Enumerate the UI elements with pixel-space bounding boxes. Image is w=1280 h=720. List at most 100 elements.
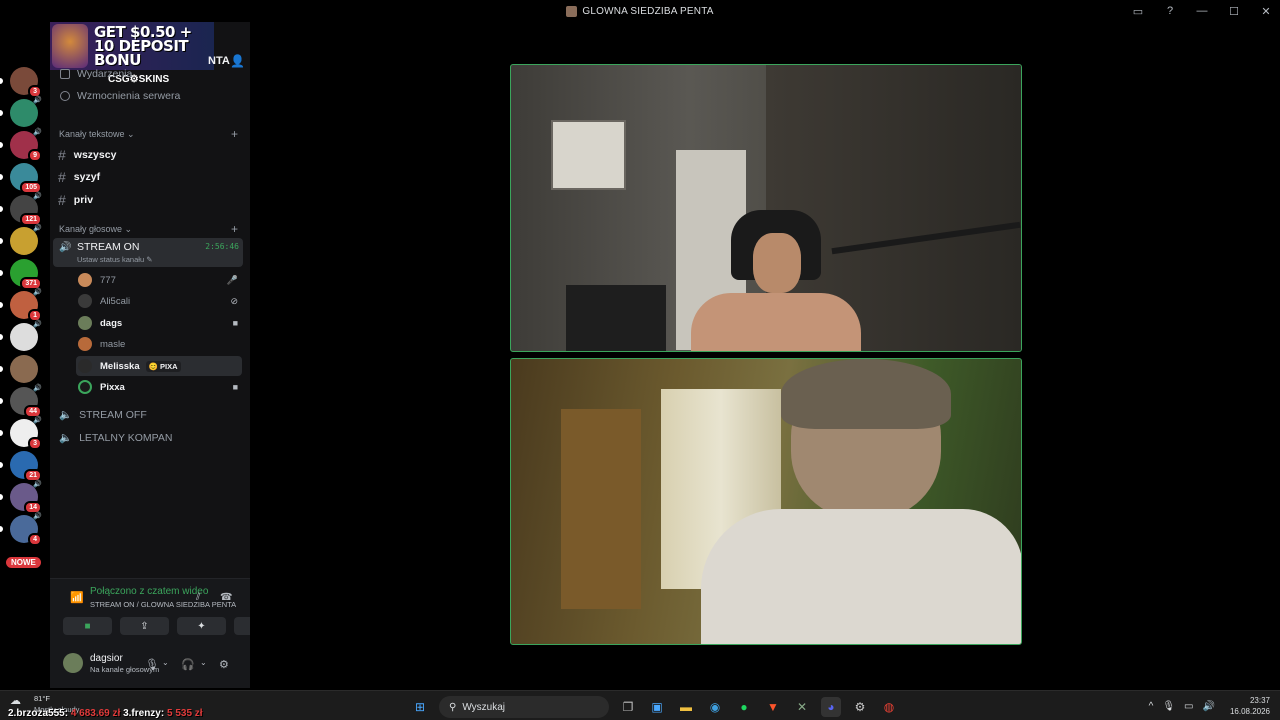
server-icon[interactable]: 🔊 bbox=[10, 97, 42, 127]
unread-pill bbox=[0, 270, 3, 276]
microphone-icon[interactable]: 🎙 bbox=[145, 658, 159, 671]
chevron-down-icon[interactable]: ⌄ bbox=[200, 658, 207, 667]
chevron-up-icon[interactable]: ^ bbox=[1149, 701, 1154, 712]
unread-pill bbox=[0, 78, 3, 84]
brave-icon[interactable]: ▼ bbox=[763, 697, 783, 717]
unread-pill bbox=[0, 494, 3, 500]
camera-button[interactable]: ■ bbox=[63, 617, 112, 635]
video-tile-dags[interactable] bbox=[510, 64, 1022, 352]
cabinet bbox=[561, 409, 641, 609]
voice-member[interactable]: masle bbox=[76, 334, 242, 354]
maximize-button[interactable]: ☐ bbox=[1228, 5, 1240, 18]
voice-active-icon: 🔊 bbox=[33, 289, 42, 296]
events-label: Wydarzenia bbox=[77, 68, 133, 80]
voice-member[interactable]: Melisska 😊 PIXA bbox=[76, 356, 242, 376]
screenshare-button[interactable]: ⇪ bbox=[120, 617, 169, 635]
server-icon[interactable]: 371 bbox=[10, 259, 42, 290]
events-link[interactable]: Wydarzenia bbox=[60, 68, 132, 80]
hash-icon: # bbox=[58, 192, 66, 208]
server-icon[interactable] bbox=[10, 355, 38, 383]
server-icon[interactable]: 🔊 44 bbox=[10, 385, 42, 418]
invite-icon[interactable]: 👤 bbox=[230, 54, 245, 68]
voice-active-icon: 🔊 bbox=[33, 225, 42, 232]
minimize-button[interactable]: — bbox=[1196, 5, 1208, 17]
xbox-icon[interactable]: ✕ bbox=[792, 697, 812, 717]
store-icon[interactable]: ▣ bbox=[647, 697, 667, 717]
unread-pill bbox=[0, 398, 3, 404]
search-icon: ⚲ bbox=[449, 701, 457, 713]
activities-button[interactable]: ✦ bbox=[177, 617, 226, 635]
add-voice-channel-icon[interactable]: + bbox=[231, 222, 238, 236]
edge-icon[interactable]: ◉ bbox=[705, 697, 725, 717]
channel-wszyscy[interactable]: # wszyscy bbox=[58, 147, 242, 163]
new-servers-badge[interactable]: NOWE bbox=[6, 557, 41, 568]
voice-active-icon: 🔊 bbox=[33, 481, 42, 488]
ad-banner[interactable]: GET $0.50 + 10 DEPOSIT BONU bbox=[50, 22, 214, 70]
hash-icon: # bbox=[58, 169, 66, 185]
discord-icon[interactable]: ◕ bbox=[821, 697, 841, 717]
spotify-icon[interactable]: ● bbox=[734, 697, 754, 717]
settings-gear-icon[interactable]: ⚙ bbox=[219, 658, 229, 671]
display-icon[interactable]: ▭ bbox=[1184, 701, 1193, 712]
avatar bbox=[78, 380, 92, 394]
muted-icon: ⊘ bbox=[230, 295, 238, 306]
connection-channel[interactable]: STREAM ON / GLOWNA SIEDZIBA PENTA bbox=[90, 600, 236, 609]
server-icon[interactable]: 🔊 9 bbox=[10, 129, 42, 162]
steam-icon[interactable]: ⚙ bbox=[850, 697, 870, 717]
taskbar-search[interactable]: ⚲ Wyszukaj bbox=[439, 696, 609, 718]
explorer-icon[interactable]: ▬ bbox=[676, 697, 696, 717]
volume-icon[interactable]: 🔊 bbox=[1203, 701, 1215, 712]
server-icon[interactable]: 🔊 1 bbox=[10, 289, 42, 322]
add-text-channel-icon[interactable]: + bbox=[231, 127, 238, 141]
user-avatar[interactable] bbox=[63, 653, 83, 673]
task-view-icon[interactable]: ❐ bbox=[618, 697, 638, 717]
noise-suppression-icon[interactable]: ⫽ bbox=[196, 592, 200, 603]
mic-tray-icon[interactable]: 🎙 bbox=[1162, 701, 1175, 712]
disconnect-icon[interactable]: ☎ bbox=[220, 592, 232, 603]
server-icon[interactable]: 🔊 121 bbox=[10, 193, 42, 226]
server-icon[interactable]: 🔊 bbox=[10, 321, 42, 351]
server-icon[interactable]: 🔊 4 bbox=[10, 513, 42, 546]
start-icon[interactable]: ⊞ bbox=[410, 697, 430, 717]
connection-status[interactable]: Połączono z czatem wideo bbox=[90, 586, 208, 597]
clock[interactable]: 23:37 16.08.2026 bbox=[1230, 695, 1270, 717]
camera-icon: ■ bbox=[232, 318, 238, 328]
voice-channel-stream-off[interactable]: 🔈 STREAM OFF bbox=[59, 408, 147, 422]
help-icon[interactable]: ? bbox=[1164, 5, 1176, 17]
server-icon[interactable]: 105 bbox=[10, 163, 42, 194]
avatar bbox=[78, 273, 92, 287]
voice-active-icon: 🔊 bbox=[33, 193, 42, 200]
voice-channel-letalny-kompan[interactable]: 🔈 LETALNY KOMPAN bbox=[59, 431, 172, 445]
speaker-icon: 🔈 bbox=[59, 409, 73, 421]
window-controls: ▭ ? — ☐ ✕ bbox=[1132, 0, 1272, 22]
channel-status[interactable]: Ustaw status kanału ✎ bbox=[77, 255, 153, 264]
username[interactable]: dagsior bbox=[90, 653, 123, 664]
channel-syzyf[interactable]: # syzyf bbox=[58, 169, 242, 185]
voice-member[interactable]: Pixxa ■ bbox=[76, 377, 242, 397]
close-button[interactable]: ✕ bbox=[1260, 5, 1272, 18]
chrome-icon[interactable]: ◍ bbox=[879, 697, 899, 717]
voice-category[interactable]: Kanały głosowe ⌄ bbox=[59, 224, 132, 235]
voice-member[interactable]: Ali5cali ⊘ bbox=[76, 291, 242, 311]
chevron-down-icon[interactable]: ⌄ bbox=[162, 658, 169, 667]
server-rail: 3 🔊 🔊 9 105 🔊 121 🔊 371 🔊 1 🔊 🔊 44 🔊 3 21 🔊 14 🔊 4 bbox=[0, 22, 50, 690]
voice-channel-stream-on[interactable]: 🔊 STREAM ON Ustaw status kanału ✎ 2:56:4… bbox=[53, 238, 243, 267]
headphones-icon[interactable]: 🎧 bbox=[181, 658, 195, 671]
server-icon[interactable]: 🔊 bbox=[10, 225, 42, 255]
video-tile-pixxa[interactable] bbox=[510, 358, 1022, 645]
hash-icon: # bbox=[58, 147, 66, 163]
server-icon[interactable]: 21 bbox=[10, 451, 42, 482]
donation-overlay: 2.brzoza555: 4 683.69 zł 3.frenzy: 5 535… bbox=[8, 708, 203, 719]
text-category[interactable]: Kanały tekstowe ⌄ bbox=[59, 129, 135, 140]
boosts-link[interactable]: Wzmocnienia serwera bbox=[60, 90, 180, 102]
voice-member[interactable]: dags ■ bbox=[76, 313, 242, 333]
server-icon[interactable]: 🔊 3 bbox=[10, 417, 42, 450]
inbox-icon[interactable]: ▭ bbox=[1132, 5, 1144, 18]
unread-pill bbox=[0, 526, 3, 532]
camera-icon: ■ bbox=[232, 382, 238, 392]
voice-member[interactable]: 777 🎤 bbox=[76, 270, 242, 290]
channel-priv[interactable]: # priv bbox=[58, 192, 242, 208]
server-icon[interactable]: 🔊 14 bbox=[10, 481, 42, 514]
weather-widget[interactable]: ☁ 81°F Mostly cloudy bbox=[10, 694, 79, 714]
server-icon[interactable]: 3 bbox=[10, 67, 42, 98]
